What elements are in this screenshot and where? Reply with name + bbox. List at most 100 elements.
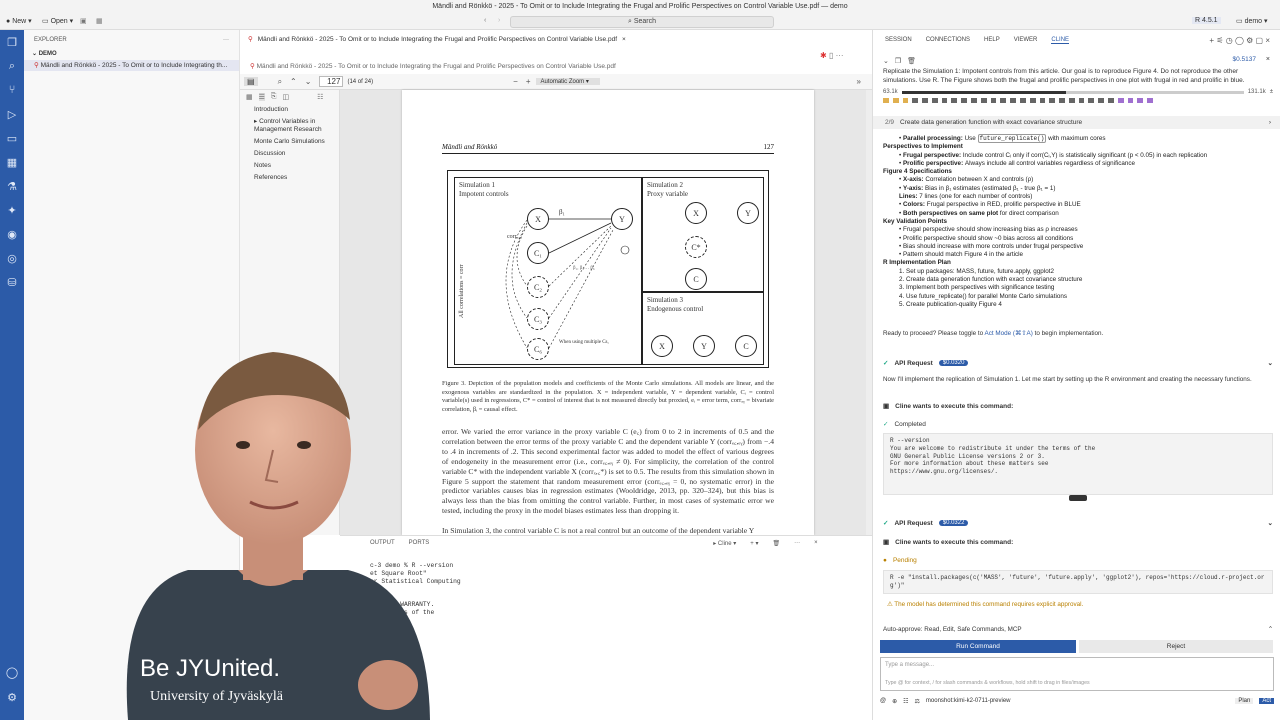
close-task-icon[interactable]: × <box>1266 56 1270 63</box>
reject-button[interactable]: Reject <box>1079 640 1273 653</box>
outline-item[interactable]: ▸ Control Variables in Management Resear… <box>240 116 339 136</box>
checkpoint-dot[interactable] <box>1088 98 1095 103</box>
run-debug-icon[interactable]: ▷ <box>0 102 24 126</box>
checkpoint-dot[interactable] <box>892 98 899 103</box>
more-icon[interactable]: ··· <box>223 37 229 43</box>
timeline-icon[interactable]: ◎ <box>0 246 24 270</box>
checkpoint-dot[interactable] <box>1078 98 1085 103</box>
api-request-1[interactable]: ✓ API Request $0.0320 ⌄ <box>883 357 1273 369</box>
checkpoint-dot[interactable] <box>1019 98 1026 103</box>
terminal-selector[interactable]: ▸ Cline ▾ <box>713 540 736 547</box>
forward-icon[interactable]: › <box>498 17 500 24</box>
tab-help[interactable]: HELP <box>984 37 1000 43</box>
remote-icon[interactable]: ▭ <box>0 126 24 150</box>
tab-viewer[interactable]: VIEWER <box>1014 37 1038 43</box>
checkpoint-dot[interactable] <box>1049 98 1056 103</box>
expand-outline-icon[interactable]: ☷ <box>317 93 323 101</box>
new-button[interactable]: ● New ▾ <box>6 17 32 25</box>
checkpoint-dot[interactable] <box>951 98 958 103</box>
test-icon[interactable]: ⚗ <box>0 174 24 198</box>
zoom-in-icon[interactable]: + <box>526 77 531 86</box>
more-icon[interactable]: ··· <box>794 540 800 546</box>
search-icon[interactable]: ⌕ <box>0 54 24 78</box>
explorer-file[interactable]: ⚲ Mändli and Rönkkö - 2025 - To Omit or … <box>24 60 239 71</box>
settings-gear-icon[interactable]: ⚙ <box>0 685 24 709</box>
command-2[interactable]: R -e "install.packages(c('MASS', 'future… <box>883 570 1273 594</box>
checkpoint-dot[interactable] <box>1107 98 1114 103</box>
layers-icon[interactable]: ◫ <box>283 93 290 101</box>
account-icon[interactable]: ◯ <box>0 660 24 684</box>
run-command-button[interactable]: Run Command <box>880 640 1076 653</box>
attachments-icon[interactable]: ⎘ <box>271 93 277 101</box>
outline-item[interactable]: Introduction <box>240 104 339 116</box>
checkpoint-dot[interactable] <box>1000 98 1007 103</box>
checkpoint-dot[interactable] <box>961 98 968 103</box>
checkpoint-dots[interactable] <box>883 98 1153 103</box>
tools-icon[interactable]: » <box>856 77 860 86</box>
zoom-out-icon[interactable]: − <box>513 77 518 86</box>
prev-page-icon[interactable]: ⌃ <box>290 77 297 86</box>
breadcrumb[interactable]: ⚲ Mändli and Rönkkö - 2025 - To Omit or … <box>240 62 872 74</box>
search-input[interactable]: ⌕ Search <box>510 16 774 28</box>
message-input[interactable]: Type a message... Type @ for context, / f… <box>880 657 1274 691</box>
checkpoint-dot[interactable] <box>883 98 889 103</box>
rules-icon[interactable]: ⚖ <box>915 698 920 705</box>
plan-toggle[interactable]: Plan <box>1235 698 1254 704</box>
layout-icon[interactable]: ▦ <box>96 17 103 25</box>
auto-approve-bar[interactable]: Auto-approve: Read, Edit, Safe Commands,… <box>883 626 1273 633</box>
checkpoint-dot[interactable] <box>1029 98 1036 103</box>
sidebar-toggle-icon[interactable]: ▤ <box>244 77 258 86</box>
act-mode-link[interactable]: Act Mode (⌘⇧A) <box>985 330 1033 337</box>
checkpoint-dot[interactable] <box>971 98 977 103</box>
checkpoint-dot[interactable] <box>931 98 938 103</box>
add-terminal-icon[interactable]: + ▾ <box>750 540 758 547</box>
database-icon[interactable]: ⛁ <box>0 270 24 294</box>
checkpoint-dot[interactable] <box>1039 98 1046 103</box>
zoom-select[interactable]: Automatic Zoom ▾ <box>536 78 601 85</box>
thumbnails-icon[interactable]: ▦ <box>246 93 253 101</box>
tab-session[interactable]: SESSION <box>885 37 912 43</box>
find-icon[interactable]: ⌕ <box>278 77 282 87</box>
checkpoint-dot[interactable] <box>1010 98 1016 103</box>
act-toggle[interactable]: Act <box>1259 698 1274 704</box>
workspace-selector[interactable]: ▭ demo ▾ <box>1236 17 1268 25</box>
back-icon[interactable]: ‹ <box>484 17 486 24</box>
outline-item[interactable]: Notes <box>240 160 339 172</box>
model-selector[interactable]: moonshot:kimi-k2-0711-preview <box>926 698 1011 704</box>
cline-icon[interactable]: ✦ <box>0 198 24 222</box>
next-page-icon[interactable]: ⌄ <box>305 77 312 86</box>
checkpoint-dot[interactable] <box>1147 98 1153 103</box>
tab-cline[interactable]: CLINE <box>1051 37 1070 44</box>
checkpoint-dot[interactable] <box>1137 98 1144 103</box>
trash-icon[interactable]: 🗑 <box>772 540 780 547</box>
outline-item[interactable]: Discussion <box>240 148 339 160</box>
api-request-2[interactable]: ✓ API Request $0.0322 ⌄ <box>883 517 1273 529</box>
checkpoint-dot[interactable] <box>1068 98 1075 103</box>
outline-item[interactable]: Monte Carlo Simulations <box>240 136 339 148</box>
command-output-1[interactable]: R --version You are welcome to redistrib… <box>883 433 1273 495</box>
source-control-icon[interactable]: ⑂ <box>0 78 24 102</box>
page-number-input[interactable]: 127 <box>319 76 344 87</box>
add-image-icon[interactable]: ⊕ <box>892 698 897 705</box>
save-icon[interactable]: ▣ <box>80 17 87 25</box>
close-panel-icon[interactable]: × <box>814 540 818 546</box>
current-step[interactable]: 2/9 Create data generation function with … <box>873 116 1280 129</box>
checkpoint-dot[interactable] <box>902 98 909 103</box>
mention-icon[interactable]: @ <box>880 698 886 704</box>
checkpoint-dot[interactable] <box>980 98 987 103</box>
checkpoint-dot[interactable] <box>1098 98 1104 103</box>
checkpoint-dot[interactable] <box>1117 98 1124 103</box>
checkpoint-dot[interactable] <box>912 98 919 103</box>
servers-icon[interactable]: ☷ <box>903 698 908 705</box>
tab-connections[interactable]: CONNECTIONS <box>926 37 970 43</box>
tab-pdf[interactable]: ⚲ Mändli and Rönkkö - 2025 - To Omit or t… <box>240 30 872 48</box>
checkpoint-dot[interactable] <box>922 98 928 103</box>
r-version-badge[interactable]: R 4.5.1 <box>1192 17 1221 24</box>
expand-output-handle[interactable] <box>1069 495 1087 501</box>
extensions-icon[interactable]: ▦ <box>0 150 24 174</box>
checkpoint-dot[interactable] <box>990 98 997 103</box>
outline-icon[interactable]: ☰ <box>258 93 265 101</box>
files-icon[interactable]: ❐ <box>0 30 24 54</box>
explorer-section[interactable]: ⌄ DEMO <box>24 50 239 60</box>
location-icon[interactable]: ◉ <box>0 222 24 246</box>
